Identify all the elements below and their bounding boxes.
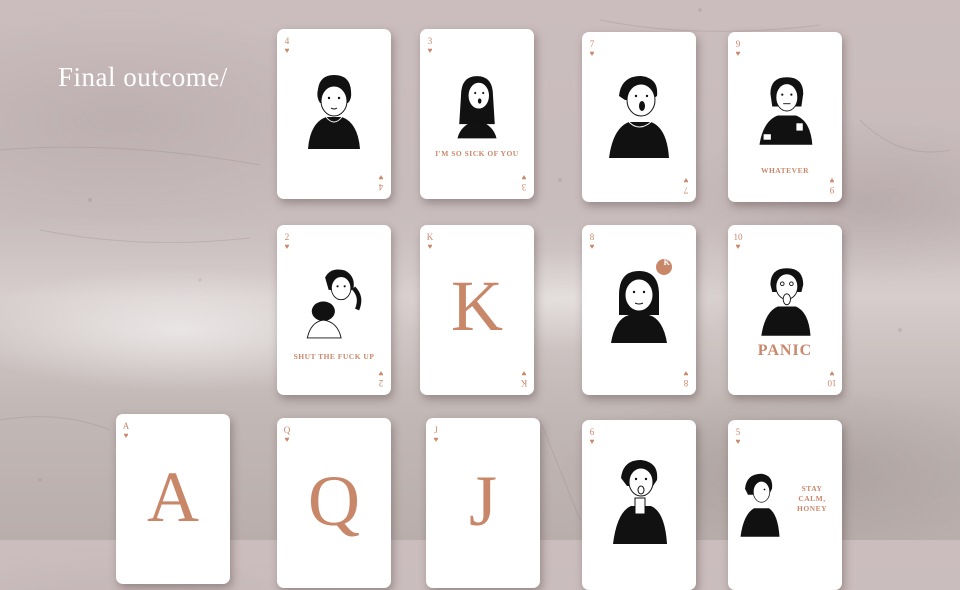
card-big-letter: K <box>451 266 503 346</box>
card-jack[interactable]: J ♥ J <box>426 418 540 588</box>
speech-bubble-text: K <box>663 258 671 267</box>
card-caption: STAY CALM, HONEY <box>796 484 827 513</box>
card-ace[interactable]: A ♥ A <box>116 414 230 584</box>
card-caption: WHATEVER <box>760 166 810 175</box>
card-caption: PANIC <box>757 342 813 359</box>
woman-ponytail-illustration <box>306 269 362 339</box>
card-index: 10 ♥ <box>733 232 743 252</box>
card-index: 9 ♥ <box>735 39 741 59</box>
woman-eating-illustration <box>613 460 667 544</box>
card-index: 2 ♥ <box>378 369 384 388</box>
card-index: 2 ♥ <box>284 232 290 252</box>
woman-long-hair-illustration <box>457 76 497 139</box>
card-index: J ♥ <box>433 425 439 445</box>
card-seven[interactable]: 7 ♥ 7 ♥ <box>582 32 696 202</box>
card-index: K ♥ <box>520 369 528 388</box>
card-caption: I'M SO SICK OF YOU <box>435 149 519 158</box>
card-eight[interactable]: 8 ♥ K 8 ♥ <box>582 225 696 395</box>
card-index: 8 ♥ <box>589 232 595 252</box>
card-six[interactable]: 6 ♥ <box>582 420 696 590</box>
card-index: K ♥ <box>426 232 434 252</box>
card-five[interactable]: 5 ♥ STAY CALM, HONEY <box>728 420 842 590</box>
card-index: 8 ♥ <box>683 369 689 388</box>
card-big-letter: Q <box>308 461 360 541</box>
card-queen[interactable]: Q ♥ Q <box>277 418 391 588</box>
card-king[interactable]: K ♥ K K ♥ <box>420 225 534 395</box>
card-ten[interactable]: 10 ♥ PANIC 10 ♥ <box>728 225 842 395</box>
card-big-letter: J <box>468 461 498 541</box>
card-four[interactable]: 4 ♥ 4 ♥ <box>277 29 391 199</box>
page-title: Final outcome/ <box>58 62 228 92</box>
woman-sitting-illustration <box>308 75 360 149</box>
card-two[interactable]: 2 ♥ SHUT THE FUCK UP 2 ♥ <box>277 225 391 395</box>
woman-speech-bubble-illustration <box>611 259 672 343</box>
woman-panic-illustration <box>761 268 811 336</box>
card-index: 6 ♥ <box>589 427 595 447</box>
card-index: 4 ♥ <box>284 36 290 56</box>
card-index: 4 ♥ <box>378 173 384 192</box>
card-nine[interactable]: 9 ♥ WHATEVER 9 ♥ <box>728 32 842 202</box>
card-index: A ♥ <box>122 421 130 441</box>
card-index: 10 ♥ <box>827 369 837 388</box>
card-index: 9 ♥ <box>829 176 835 195</box>
woman-shouting-illustration <box>609 76 669 158</box>
card-three[interactable]: 3 ♥ I'M SO SICK OF YOU 3 ♥ <box>420 29 534 199</box>
card-index: 3 ♥ <box>427 36 433 56</box>
card-index: Q ♥ <box>283 425 291 445</box>
card-big-letter: A <box>147 457 199 537</box>
card-index: 7 ♥ <box>683 176 689 195</box>
card-index: 7 ♥ <box>589 39 595 59</box>
woman-side-profile-illustration <box>740 473 780 537</box>
card-index: 3 ♥ <box>521 173 527 192</box>
card-caption: SHUT THE FUCK UP <box>293 352 375 361</box>
card-index: 5 ♥ <box>735 427 741 447</box>
woman-with-cup-illustration <box>759 77 813 145</box>
